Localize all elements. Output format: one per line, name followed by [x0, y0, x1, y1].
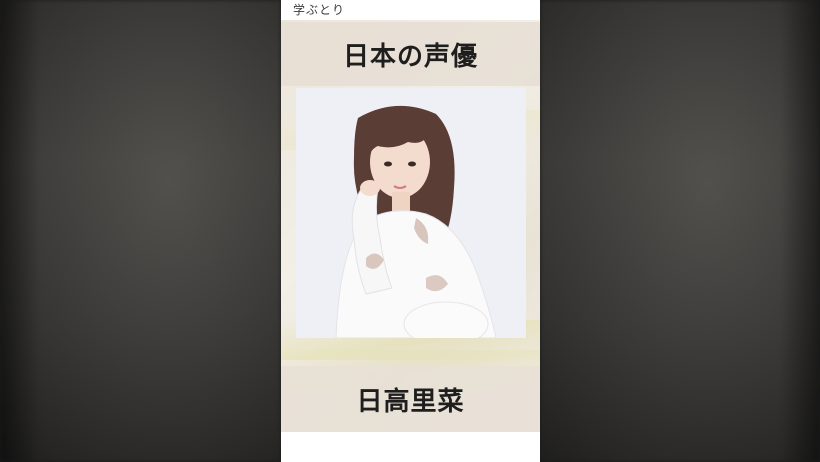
- name-band: 日高里菜: [281, 366, 540, 432]
- channel-label: 学ぶとり: [293, 3, 346, 17]
- top-strip: 学ぶとり: [281, 0, 540, 20]
- title-band: 日本の声優: [281, 22, 540, 86]
- bottom-strip: [281, 432, 540, 462]
- video-title: 日本の声優: [342, 41, 478, 72]
- blurred-background-right: [540, 0, 820, 462]
- portrait-photo: [296, 88, 526, 338]
- blurred-background-left: [0, 0, 281, 462]
- video-frame[interactable]: 学ぶとり 日本の声優 日高里菜: [281, 0, 540, 462]
- person-name: 日高里菜: [356, 386, 465, 417]
